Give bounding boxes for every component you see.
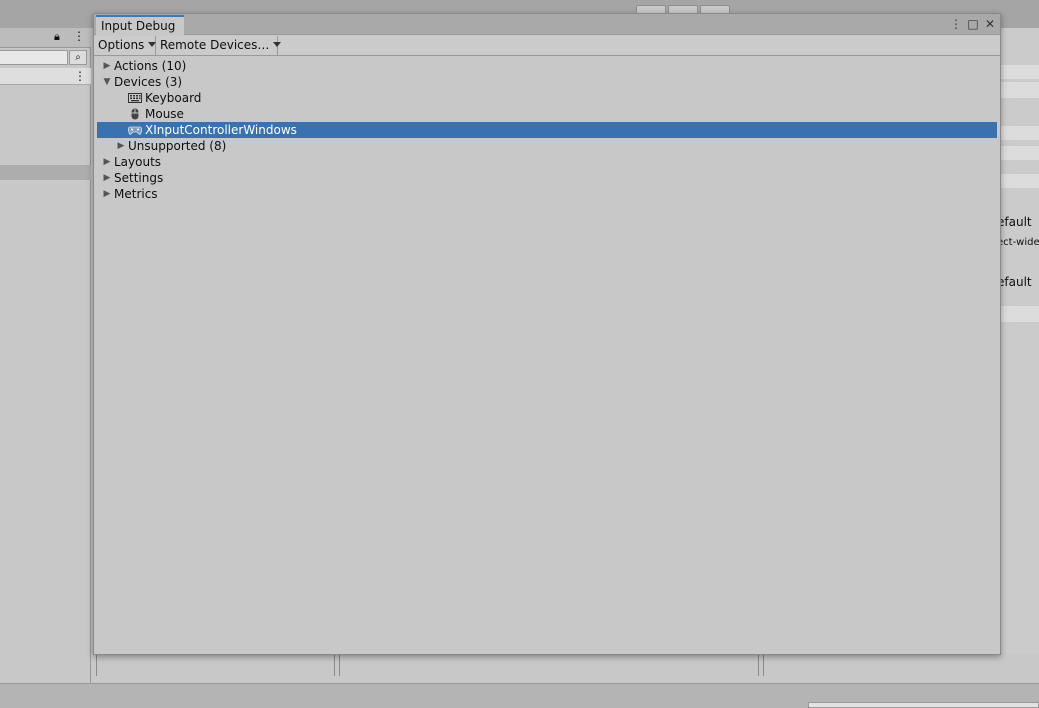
- tree-label: Settings: [114, 171, 164, 185]
- remote-devices-label: Remote Devices…: [160, 38, 270, 52]
- panel-divider: [763, 654, 764, 676]
- hierarchy-tab: 🔒︎ ⋮: [0, 28, 91, 48]
- tree-label: Mouse: [145, 107, 184, 121]
- maximize-icon[interactable]: □: [966, 17, 980, 31]
- hierarchy-row[interactable]: ⋮: [0, 68, 91, 85]
- keyboard-icon: [128, 93, 142, 103]
- inspector-field[interactable]: [1000, 174, 1039, 188]
- panel-divider: [339, 654, 340, 676]
- tree-item-unsupported[interactable]: ▶ Unsupported (8): [97, 138, 997, 154]
- inspector-label: efault: [997, 275, 1032, 289]
- inspector-field[interactable]: [1000, 126, 1039, 140]
- gamepad-icon: [128, 126, 142, 135]
- tree-item-keyboard[interactable]: Keyboard: [97, 90, 997, 106]
- hierarchy-panel: [0, 28, 91, 683]
- foldout-down-icon[interactable]: ▼: [101, 74, 113, 90]
- tree-item-layouts[interactable]: ▶ Layouts: [97, 154, 997, 170]
- foldout-right-icon[interactable]: ▶: [101, 170, 113, 186]
- window-tab[interactable]: Input Debug: [96, 15, 184, 36]
- tree-label: Devices (3): [114, 75, 183, 89]
- chevron-down-icon: [273, 42, 282, 47]
- tree-item-metrics[interactable]: ▶ Metrics: [97, 186, 997, 202]
- hierarchy-highlight-row[interactable]: [0, 165, 91, 180]
- inspector-label: efault: [997, 215, 1032, 229]
- lock-icon[interactable]: 🔒︎: [54, 30, 60, 44]
- window-header: Input Debug ⋮ □ ✕: [94, 14, 1000, 36]
- window-menu-icon[interactable]: ⋮: [949, 17, 963, 31]
- panel-menu-icon[interactable]: ⋮: [73, 29, 85, 43]
- tree-label: Keyboard: [145, 91, 202, 105]
- search-icon[interactable]: ⌕: [69, 50, 87, 65]
- tree-label: Unsupported (8): [128, 139, 227, 153]
- inspector-field[interactable]: [1000, 306, 1039, 322]
- status-field: [808, 702, 1039, 708]
- inspector-label: ect-wide: [997, 237, 1039, 248]
- foldout-right-icon[interactable]: ▶: [101, 154, 113, 170]
- tree-item-settings[interactable]: ▶ Settings: [97, 170, 997, 186]
- inspector-field[interactable]: [1000, 146, 1039, 160]
- row-menu-icon[interactable]: ⋮: [74, 69, 86, 83]
- foldout-right-icon[interactable]: ▶: [101, 186, 113, 202]
- window-toolbar: Options Remote Devices…: [94, 36, 1000, 56]
- tree-label: XInputControllerWindows: [145, 123, 297, 137]
- tree-label: Actions (10): [114, 59, 187, 73]
- foldout-right-icon[interactable]: ▶: [101, 58, 113, 74]
- close-icon[interactable]: ✕: [983, 17, 997, 31]
- tree-item-mouse[interactable]: Mouse: [97, 106, 997, 122]
- inspector-field[interactable]: [1000, 65, 1039, 79]
- input-debug-window: Input Debug ⋮ □ ✕ Options Remote Devices…: [93, 13, 1001, 655]
- tree-item-actions[interactable]: ▶ Actions (10): [97, 58, 997, 74]
- options-dropdown[interactable]: Options: [94, 36, 157, 55]
- bottom-panels: [91, 654, 1039, 684]
- inspector-field[interactable]: [1000, 82, 1039, 98]
- tree-label: Metrics: [114, 187, 158, 201]
- remote-devices-dropdown[interactable]: Remote Devices…: [156, 36, 282, 55]
- panel-divider: [96, 654, 97, 676]
- panel-divider: [758, 654, 759, 676]
- hierarchy-search-input[interactable]: [0, 50, 68, 65]
- foldout-right-icon[interactable]: ▶: [115, 138, 127, 154]
- panel-divider: [334, 654, 335, 676]
- options-label: Options: [98, 38, 145, 52]
- tree-item-devices[interactable]: ▼ Devices (3): [97, 74, 997, 90]
- tree-label: Layouts: [114, 155, 162, 169]
- mouse-icon: [131, 108, 139, 120]
- tree-item-xinput-controller[interactable]: XInputControllerWindows: [97, 122, 997, 138]
